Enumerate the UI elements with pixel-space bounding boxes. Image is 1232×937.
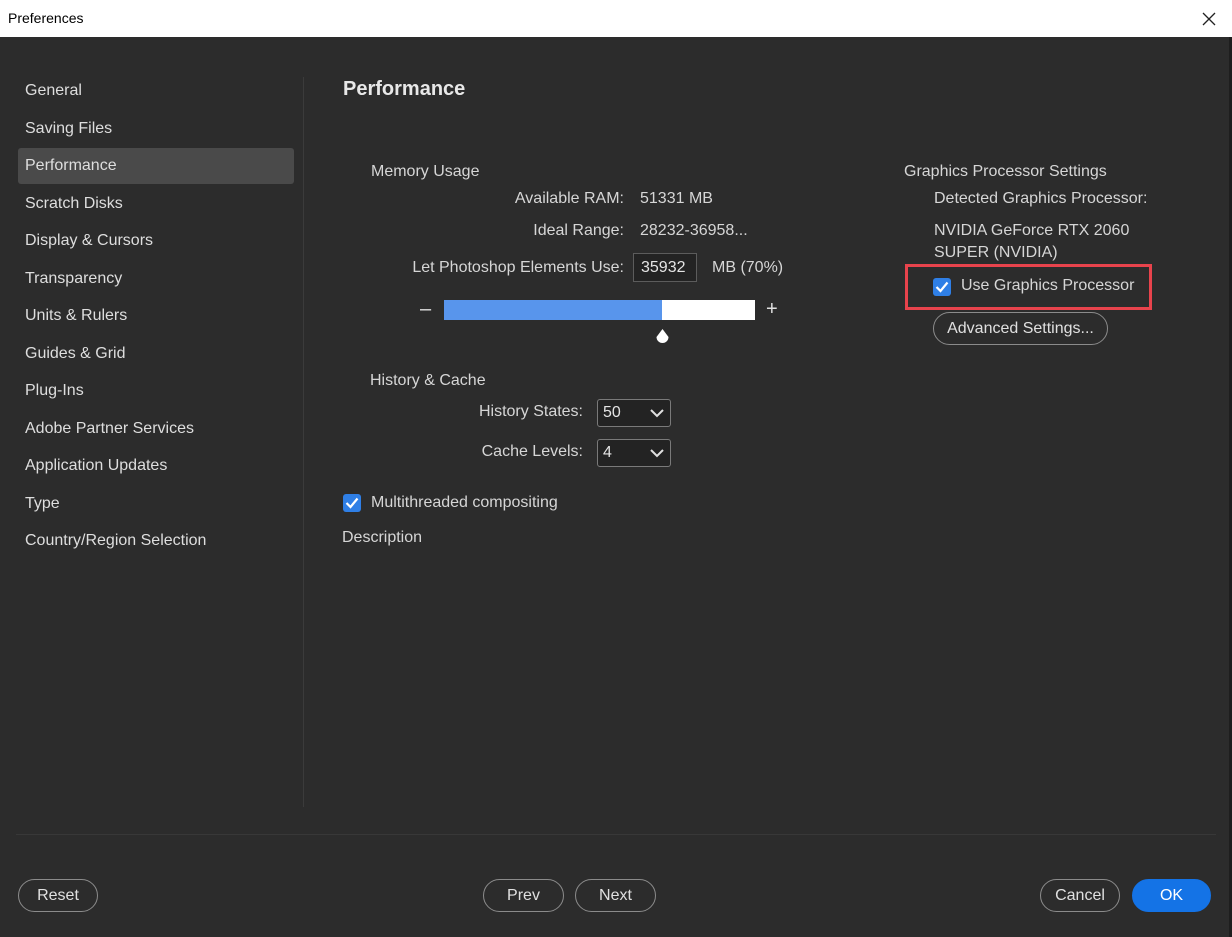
ok-button[interactable]: OK [1132, 879, 1211, 912]
next-button[interactable]: Next [575, 879, 656, 912]
checkmark-icon [345, 497, 359, 509]
gpu-settings-heading: Graphics Processor Settings [904, 163, 1107, 180]
ideal-range-label: Ideal Range: [533, 222, 624, 239]
page-title: Performance [343, 78, 466, 100]
memory-usage-heading: Memory Usage [371, 163, 480, 180]
memory-slider-thumb[interactable] [654, 328, 671, 344]
sidebar: General Saving Files Performance Scratch… [18, 73, 294, 561]
sidebar-item-saving-files[interactable]: Saving Files [18, 111, 294, 147]
cache-levels-label: Cache Levels: [481, 443, 583, 460]
sidebar-item-scratch-disks[interactable]: Scratch Disks [18, 186, 294, 222]
sidebar-item-application-updates[interactable]: Application Updates [18, 448, 294, 484]
window-title: Preferences [8, 10, 84, 26]
sidebar-item-general[interactable]: General [18, 73, 294, 109]
memory-slider-fill [444, 300, 662, 320]
sidebar-item-plug-ins[interactable]: Plug-Ins [18, 373, 294, 409]
available-ram-value: 51331 MB [640, 190, 713, 207]
history-states-label: History States: [478, 403, 583, 420]
sidebar-item-adobe-partner-services[interactable]: Adobe Partner Services [18, 411, 294, 447]
ideal-range-value: 28232-36958... [640, 222, 748, 239]
use-gpu-checkbox[interactable] [933, 278, 951, 296]
memory-slider-track[interactable] [444, 300, 755, 320]
gpu-name-line2: SUPER (NVIDIA) [934, 244, 1058, 261]
memory-decrease-button[interactable]: – [420, 298, 431, 321]
sidebar-item-transparency[interactable]: Transparency [18, 261, 294, 297]
memory-use-input[interactable]: 35932 [633, 253, 697, 282]
multithreaded-checkbox[interactable] [343, 494, 361, 512]
title-bar: Preferences [0, 0, 1232, 37]
available-ram-label: Available RAM: [514, 190, 624, 207]
sidebar-item-type[interactable]: Type [18, 486, 294, 522]
history-cache-heading: History & Cache [370, 372, 486, 389]
cache-levels-value: 4 [603, 444, 612, 461]
reset-button[interactable]: Reset [18, 879, 98, 912]
multithreaded-label[interactable]: Multithreaded compositing [371, 494, 558, 512]
sidebar-item-performance[interactable]: Performance [18, 148, 294, 184]
use-gpu-label[interactable]: Use Graphics Processor [961, 277, 1134, 295]
close-icon[interactable] [1186, 0, 1232, 37]
chevron-down-icon [650, 449, 664, 458]
sidebar-divider [303, 77, 304, 807]
cache-levels-select[interactable]: 4 [597, 439, 671, 467]
advanced-settings-button[interactable]: Advanced Settings... [933, 312, 1108, 345]
prev-button[interactable]: Prev [483, 879, 564, 912]
sidebar-item-display-cursors[interactable]: Display & Cursors [18, 223, 294, 259]
memory-use-label: Let Photoshop Elements Use: [412, 259, 624, 276]
history-states-value: 50 [603, 404, 621, 421]
sidebar-item-guides-grid[interactable]: Guides & Grid [18, 336, 294, 372]
cancel-button[interactable]: Cancel [1040, 879, 1120, 912]
sidebar-item-country-region[interactable]: Country/Region Selection [18, 523, 294, 559]
description-label: Description [342, 529, 423, 546]
chevron-down-icon [650, 409, 664, 418]
history-states-select[interactable]: 50 [597, 399, 671, 427]
gpu-name-line1: NVIDIA GeForce RTX 2060 [934, 222, 1130, 239]
sidebar-item-units-rulers[interactable]: Units & Rulers [18, 298, 294, 334]
memory-use-unit: MB (70%) [712, 259, 784, 276]
checkmark-icon [935, 281, 949, 293]
detected-gpu-label: Detected Graphics Processor: [934, 190, 1148, 207]
footer-divider [16, 834, 1216, 835]
memory-increase-button[interactable]: + [766, 298, 778, 321]
